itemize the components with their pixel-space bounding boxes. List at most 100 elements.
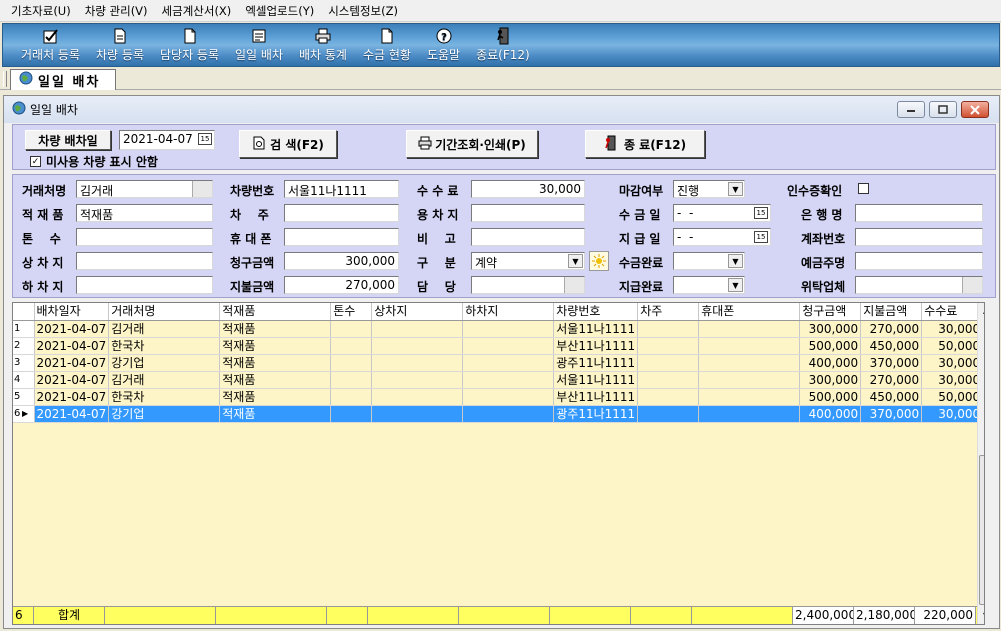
closed-label: 마감여부: [619, 184, 664, 198]
column-header[interactable]: 청구금액: [799, 303, 862, 321]
table-row[interactable]: 2 2021-04-07 한국차 적재품 부산11나1111 500,000 450,000…: [13, 337, 984, 355]
vehicle-register-button[interactable]: 차량 등록: [88, 24, 152, 66]
calendar-icon[interactable]: 15: [754, 207, 768, 219]
column-header[interactable]: 거래처명: [108, 303, 221, 321]
chevron-down-icon[interactable]: ▼: [728, 182, 743, 196]
tab-handle[interactable]: [3, 71, 7, 87]
unused-vehicle-checkbox[interactable]: ✓ 미사용 차량 표시 안함: [30, 153, 158, 170]
client-label: 거래처명: [22, 184, 67, 198]
consign-lookup-button[interactable]: [962, 277, 982, 293]
minimize-button[interactable]: [897, 101, 925, 118]
table-cell: 2021-04-07: [34, 337, 110, 355]
table-cell: [462, 405, 555, 423]
collect-done-label: 수금완료: [619, 256, 664, 270]
exit-button[interactable]: 종료(F12): [468, 24, 538, 66]
dispatch-date-input[interactable]: 2021-04-07 15: [119, 130, 215, 150]
search-button[interactable]: 검 색(F2): [239, 130, 337, 158]
chevron-down-icon[interactable]: ▼: [728, 278, 743, 292]
dispatch-date-button[interactable]: 차량 배차일: [25, 130, 111, 150]
column-header[interactable]: 지불금액: [860, 303, 923, 321]
table-row[interactable]: 3 2021-04-07 강기업 적재품 광주11나1111 400,000 370,000…: [13, 354, 984, 372]
dispatch-stats-button[interactable]: 배차 통계: [291, 24, 355, 66]
total-billed: 2,400,000: [793, 607, 854, 624]
pay-date-input[interactable]: - - 15: [673, 228, 771, 246]
document-edit-icon: [111, 27, 129, 45]
vehicle-no-input[interactable]: 서울11나1111: [284, 180, 399, 198]
maximize-button[interactable]: [929, 101, 957, 118]
receipt-checkbox[interactable]: [858, 183, 869, 194]
unload-site-input[interactable]: [76, 276, 213, 294]
pay-done-select[interactable]: ▼: [673, 276, 745, 294]
table-row[interactable]: 1 2021-04-07 김거래 적재품 서울11나1111 300,000 270,000…: [13, 320, 984, 338]
owner-input[interactable]: [284, 204, 399, 222]
table-cell: [698, 320, 801, 338]
billed-amount-input[interactable]: 300,000: [284, 252, 399, 270]
column-header[interactable]: 하차지: [462, 303, 555, 321]
checkbox-icon: [42, 27, 60, 45]
client-lookup-button[interactable]: [192, 181, 212, 197]
yongcha-input[interactable]: [471, 204, 585, 222]
table-row[interactable]: 5 2021-04-07 한국차 적재품 부산11나1111 500,000 450,000…: [13, 388, 984, 406]
table-cell: [637, 354, 700, 372]
calendar-icon[interactable]: 15: [198, 133, 212, 145]
fee-input[interactable]: 30,000: [471, 180, 585, 198]
consign-input[interactable]: [855, 276, 983, 294]
manager-lookup-button[interactable]: [564, 277, 584, 293]
column-header[interactable]: 배차일자: [34, 303, 110, 321]
collection-status-button[interactable]: 수금 현황: [355, 24, 419, 66]
column-header[interactable]: 적재품: [219, 303, 332, 321]
client-input[interactable]: 김거래: [76, 180, 213, 198]
column-header[interactable]: 수수료: [921, 303, 984, 321]
mobile-input[interactable]: [284, 228, 399, 246]
menu-vehicle-management[interactable]: 차량 관리(V): [78, 0, 155, 22]
client-register-button[interactable]: 거래처 등록: [13, 24, 88, 66]
table-cell: 한국차: [108, 337, 221, 355]
menu-tax-invoice[interactable]: 세금계산서(X): [155, 0, 239, 22]
table-row[interactable]: 4 2021-04-07 김거래 적재품 서울11나1111 300,000 270,000…: [13, 371, 984, 389]
scroll-thumb[interactable]: [979, 455, 984, 605]
account-input[interactable]: [855, 228, 983, 246]
table-row[interactable]: 6 ▶ 2021-04-07 강기업 적재품 광주11나1111 400,000 370,00…: [13, 405, 984, 423]
exit-form-button[interactable]: 종 료(F12): [585, 130, 705, 158]
scroll-up-icon[interactable]: ▲: [978, 303, 984, 319]
remark-input[interactable]: [471, 228, 585, 246]
collect-done-select[interactable]: ▼: [673, 252, 745, 270]
calendar-icon[interactable]: 15: [754, 231, 768, 243]
closed-select[interactable]: 진행 ▼: [673, 180, 745, 198]
table-cell: 서울11나1111: [553, 371, 639, 389]
paid-amount-input[interactable]: 270,000: [284, 276, 399, 294]
column-header[interactable]: 차량번호: [553, 303, 639, 321]
vertical-scrollbar[interactable]: ▲ ▼: [977, 303, 984, 624]
column-header[interactable]: 휴대폰: [698, 303, 801, 321]
column-header[interactable]: 상차지: [371, 303, 464, 321]
toolbar-label: 차량 등록: [96, 48, 144, 62]
collect-date-input[interactable]: - - 15: [673, 204, 771, 222]
load-site-input[interactable]: [76, 252, 213, 270]
column-header[interactable]: 톤수: [330, 303, 373, 321]
menu-excel-upload[interactable]: 엑셀업로드(Y): [238, 0, 321, 22]
toolbar-label: 수금 현황: [362, 48, 411, 62]
column-header[interactable]: 차주: [637, 303, 700, 321]
chevron-down-icon[interactable]: ▼: [728, 254, 743, 268]
window-title: 일일 배차: [30, 103, 78, 117]
closed-value: 진행: [677, 184, 700, 198]
unload-site-label: 하 차 지: [22, 280, 64, 294]
tons-input[interactable]: [76, 228, 213, 246]
sun-icon[interactable]: [589, 251, 609, 271]
type-select[interactable]: 계약 ▼: [471, 252, 585, 270]
chevron-down-icon[interactable]: ▼: [568, 254, 583, 268]
minimize-icon: [907, 109, 915, 112]
period-print-button[interactable]: 기간조회·인쇄(P): [406, 130, 538, 158]
scroll-down-icon[interactable]: ▼: [978, 608, 984, 624]
menu-basic-data[interactable]: 기초자료(U): [4, 0, 78, 22]
menu-system-info[interactable]: 시스템정보(Z): [321, 0, 405, 22]
daily-dispatch-button[interactable]: 일일 배차: [227, 24, 291, 66]
manager-input[interactable]: [471, 276, 585, 294]
cargo-input[interactable]: 적재품: [76, 204, 213, 222]
help-button[interactable]: ? 도움말: [419, 24, 468, 66]
manager-register-button[interactable]: 담당자 등록: [152, 24, 227, 66]
close-button[interactable]: [961, 101, 989, 118]
holder-input[interactable]: [855, 252, 983, 270]
bank-input[interactable]: [855, 204, 983, 222]
tab-daily-dispatch[interactable]: 일일 배차: [10, 69, 116, 90]
